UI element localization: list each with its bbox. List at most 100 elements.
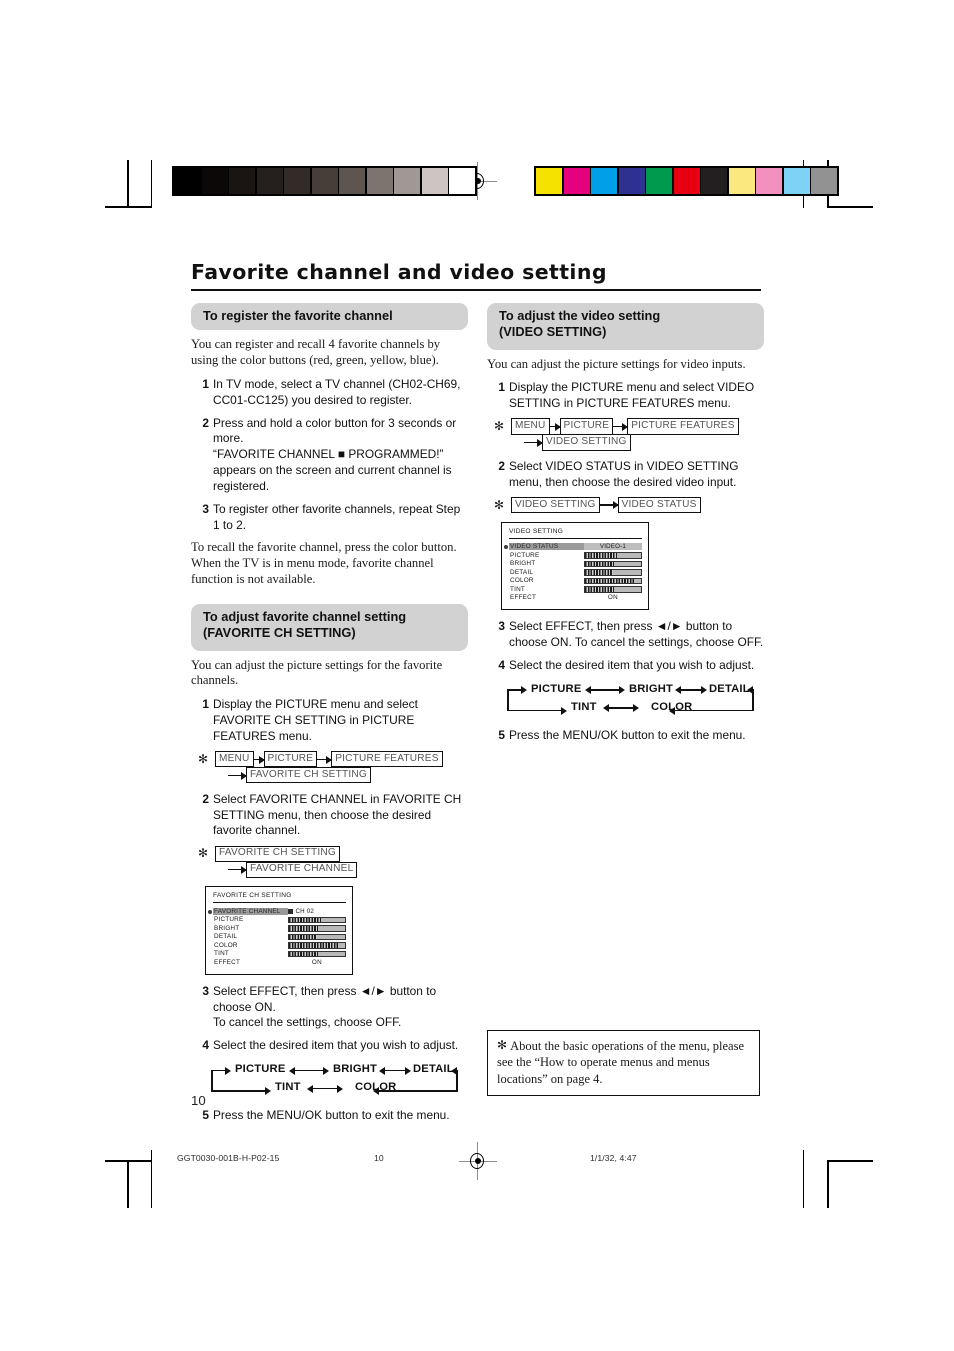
footer-page-number: 10 [374, 1153, 384, 1163]
step-number: 2 [498, 459, 505, 474]
osd-row-value [288, 942, 346, 949]
arrow-left-icon [603, 704, 609, 713]
color-swatch-0 [174, 168, 200, 194]
osd-row-value [584, 560, 642, 568]
color-swatch-3 [256, 168, 283, 194]
color-swatch-2 [229, 168, 255, 194]
adjust-item-cycle-diagram: PICTURE BRIGHT DETAIL TINT COLOR [501, 682, 754, 718]
arrow-right-icon [317, 754, 333, 766]
osd-screen-favorite-ch-setting: FAVORITE CH SETTING FAVORITE CHANNEL CH 0… [205, 886, 353, 975]
osd-gauge[interactable] [584, 560, 642, 568]
osd-gauge[interactable] [288, 933, 346, 941]
color-swatch-2 [591, 168, 617, 194]
cycle-label-bright: BRIGHT [629, 682, 674, 695]
osd-row-label: TINT [510, 585, 525, 593]
osd-gauge-fill [289, 917, 322, 923]
page-title: Favorite channel and video setting [191, 260, 761, 291]
osd-gauge[interactable] [584, 577, 642, 585]
cycle-connector [507, 709, 563, 712]
osd-gauge[interactable] [288, 925, 346, 932]
osd-row[interactable]: PICTURE [509, 551, 642, 560]
menu-chip-picture[interactable]: PICTURE [263, 751, 318, 768]
right-column: To adjust the video setting (VIDEO SETTI… [487, 303, 764, 750]
osd-gauge-fill [585, 578, 635, 584]
section-header-register-favorite-channel: To register the favorite channel [191, 303, 468, 331]
step-item: 4 Select the desired item that you wish … [495, 658, 764, 674]
osd-gauge[interactable] [584, 569, 642, 576]
menu-chip-video-status[interactable]: VIDEO STATUS [617, 497, 701, 514]
menu-chip-video-setting[interactable]: VIDEO SETTING [542, 434, 631, 451]
intro-text-favorite-ch-setting: You can adjust the picture settings for … [191, 657, 443, 688]
osd-row-value [584, 586, 642, 593]
osd-gauge[interactable] [584, 552, 642, 559]
arrow-right-icon [599, 500, 619, 512]
menu-path-diagram: ✻ VIDEO SETTING VIDEO STATUS [494, 497, 764, 514]
asterisk-icon: ✻ [198, 846, 209, 861]
menu-chip-favorite-ch-setting[interactable]: FAVORITE CH SETTING [215, 845, 340, 862]
osd-gauge-fill [289, 934, 317, 940]
arrow-left-icon [373, 1087, 379, 1095]
osd-row-label: TINT [214, 950, 229, 958]
osd-row[interactable]: TINT [213, 950, 346, 959]
step-item: 2 Press and hold a color button for 3 se… [199, 416, 468, 495]
osd-row[interactable]: DETAIL [509, 568, 642, 577]
section-header-line2: (FAVORITE CH SETTING) [203, 625, 356, 641]
crop-mark-bl2-v [151, 1150, 153, 1208]
menu-chip-favorite-channel[interactable]: FAVORITE CHANNEL [246, 861, 358, 878]
manual-page: Favorite channel and video setting To re… [0, 0, 954, 1351]
osd-row[interactable]: BRIGHT [213, 924, 346, 933]
menu-chip-picture[interactable]: PICTURE [559, 418, 614, 435]
osd-value-text: ON [311, 958, 323, 966]
osd-gauge[interactable] [288, 942, 346, 949]
step-number: 5 [498, 727, 505, 742]
osd-row[interactable]: COLOR [509, 577, 642, 586]
osd-row-value: ON [584, 594, 642, 601]
menu-chip-menu[interactable]: MENU [511, 418, 550, 435]
osd-value-badge: VIDEO-1 [584, 543, 642, 551]
arrow-right-icon [524, 437, 543, 449]
osd-row[interactable]: BRIGHT [509, 560, 642, 569]
osd-row[interactable]: EFFECT ON [509, 594, 642, 603]
osd-gauge[interactable] [584, 586, 642, 593]
osd-row[interactable]: FAVORITE CHANNEL CH 02 [208, 907, 346, 916]
step-item: 4 Select the desired item that you wish … [199, 1038, 468, 1054]
osd-row[interactable]: PICTURE [213, 916, 346, 925]
menu-chip-favorite-ch-setting[interactable]: FAVORITE CH SETTING [246, 767, 371, 784]
adjust-item-cycle-diagram: PICTURE BRIGHT DETAIL TINT COLOR [205, 1062, 458, 1098]
step-number: 2 [202, 791, 209, 806]
osd-screen-video-setting: VIDEO SETTING VIDEO STATUS VIDEO-1 PICTURE… [501, 521, 649, 611]
asterisk-icon: ✻ [198, 751, 209, 766]
arrow-right-icon [521, 686, 527, 695]
osd-row[interactable]: EFFECT ON [213, 958, 346, 967]
menu-chip-menu[interactable]: MENU [215, 751, 254, 768]
step-text: Select EFFECT, then press ◄/► button to … [509, 619, 764, 649]
osd-row[interactable]: DETAIL [213, 933, 346, 942]
osd-gauge[interactable] [288, 916, 346, 924]
square-marker-icon [288, 909, 293, 914]
step-number: 1 [202, 376, 209, 391]
menu-path-row: MENU PICTURE PICTURE FEATURES [215, 751, 468, 768]
menu-chip-picture-features[interactable]: PICTURE FEATURES [331, 751, 443, 768]
cycle-connector [587, 689, 621, 691]
osd-row[interactable]: TINT [509, 585, 642, 594]
step-text: Select FAVORITE CHANNEL in FAVORITE CH S… [213, 791, 462, 838]
step-number: 4 [202, 1038, 209, 1053]
osd-row-label: VIDEO STATUS [509, 543, 584, 551]
osd-value-text: ON [607, 594, 619, 602]
cycle-label-detail: DETAIL [413, 1063, 454, 1075]
step-number: 3 [202, 983, 209, 998]
osd-gauge[interactable] [288, 950, 346, 958]
color-swatch-7 [366, 168, 393, 194]
menu-chip-picture-features[interactable]: PICTURE FEATURES [627, 418, 739, 435]
note-text: About the basic operations of the menu, … [497, 1039, 745, 1086]
arrow-right-icon [701, 686, 707, 695]
arrow-left-icon [669, 706, 675, 715]
osd-gauge-fill [585, 587, 615, 592]
osd-row[interactable]: COLOR [213, 941, 346, 950]
note-box: ✻ About the basic operations of the menu… [487, 1030, 760, 1096]
osd-row[interactable]: VIDEO STATUS VIDEO-1 [504, 543, 642, 552]
arrow-left-icon [675, 686, 681, 695]
menu-chip-video-setting[interactable]: VIDEO SETTING [511, 497, 600, 514]
osd-row-value [584, 552, 642, 559]
arrow-right-icon [549, 421, 561, 433]
